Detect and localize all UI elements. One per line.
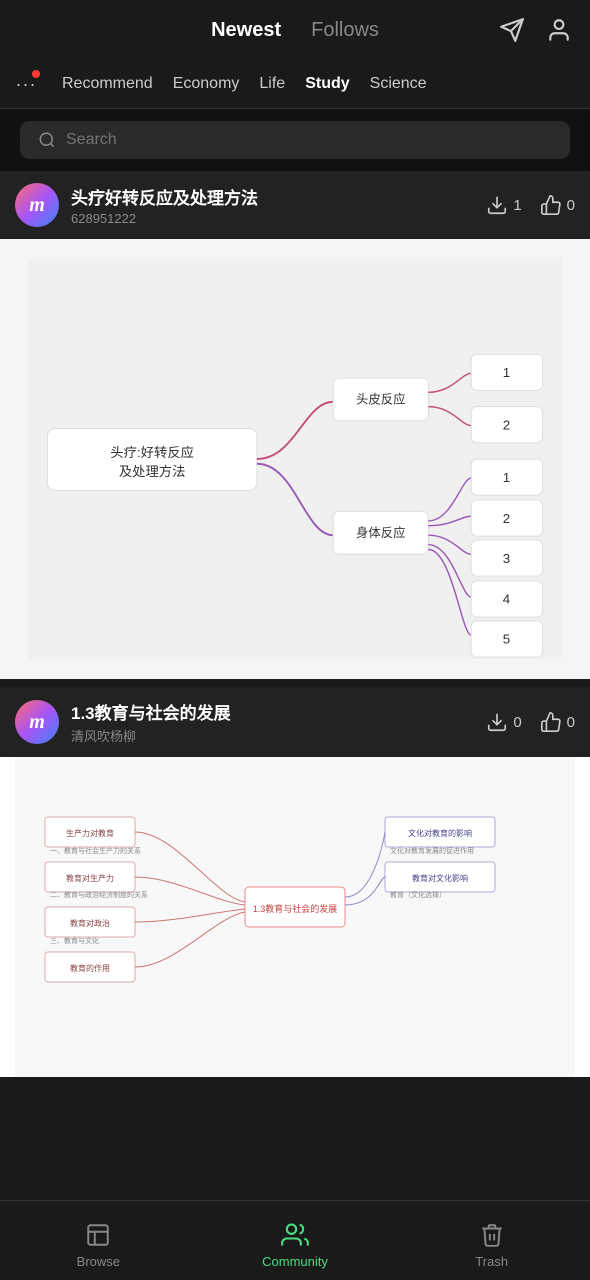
svg-text:身体反应: 身体反应: [356, 525, 406, 540]
search-input[interactable]: [66, 131, 552, 149]
nav-browse[interactable]: Browse: [0, 1213, 197, 1269]
trash-label: Trash: [475, 1254, 508, 1269]
svg-text:生产力对教育: 生产力对教育: [66, 828, 114, 838]
post-1-like-button[interactable]: 0: [540, 194, 575, 216]
download-icon: [486, 194, 508, 216]
bottom-nav-spacer: [0, 1085, 590, 1165]
post-card-2: m 1.3教育与社会的发展 清风吹杨柳 0 0: [0, 687, 590, 1077]
category-study[interactable]: Study: [305, 71, 349, 97]
post-2-image[interactable]: 1.3教育与社会的发展 生产力对教育 教育对生产力 教育对政治 教育的作用 文化…: [0, 757, 590, 1077]
svg-text:1: 1: [503, 470, 510, 485]
trash-icon: [478, 1221, 506, 1249]
svg-text:三、教育与文化: 三、教育与文化: [50, 936, 99, 945]
post-1-avatar: m: [15, 183, 59, 227]
category-science[interactable]: Science: [370, 71, 427, 97]
category-life[interactable]: Life: [259, 71, 285, 97]
svg-text:文化对教育的影响: 文化对教育的影响: [408, 828, 472, 838]
tab-newest[interactable]: Newest: [211, 19, 281, 42]
svg-text:教育对生产力: 教育对生产力: [66, 873, 114, 883]
post-2-download-button[interactable]: 0: [486, 711, 521, 733]
search-bar: [0, 109, 590, 171]
search-input-wrap[interactable]: [20, 121, 570, 159]
post-2-avatar: m: [15, 700, 59, 744]
post-1-author: 628951222: [71, 211, 486, 226]
category-recommend[interactable]: Recommend: [62, 71, 153, 97]
community-icon: [281, 1221, 309, 1249]
post-2-like-button[interactable]: 0: [540, 711, 575, 733]
post-1-header: m 头疗好转反应及处理方法 628951222 1 0: [0, 171, 590, 239]
svg-text:头皮反应: 头皮反应: [356, 392, 406, 407]
browse-icon: [84, 1221, 112, 1249]
post-1-title[interactable]: 头疗好转反应及处理方法: [71, 184, 486, 209]
post-2-actions: 0 0: [486, 711, 575, 733]
category-bar: ··· Recommend Economy Life Study Science: [0, 60, 590, 109]
post-2-meta: 1.3教育与社会的发展 清风吹杨柳: [71, 699, 486, 745]
svg-text:1: 1: [503, 365, 510, 380]
notification-badge: [32, 70, 40, 78]
tab-follows[interactable]: Follows: [311, 19, 379, 42]
post-2-header: m 1.3教育与社会的发展 清风吹杨柳 0 0: [0, 687, 590, 757]
svg-text:二、教育与政治经济制度的关系: 二、教育与政治经济制度的关系: [50, 890, 148, 899]
browse-label: Browse: [77, 1254, 120, 1269]
user-icon[interactable]: [543, 14, 575, 46]
svg-text:教育（文化选择）: 教育（文化选择）: [390, 890, 446, 899]
svg-text:教育的作用: 教育的作用: [70, 963, 110, 973]
bottom-nav: Browse Community Trash: [0, 1200, 590, 1280]
svg-text:教育对政治: 教育对政治: [70, 918, 110, 928]
post-2-title[interactable]: 1.3教育与社会的发展: [71, 699, 486, 724]
post-card-1: m 头疗好转反应及处理方法 628951222 1 0: [0, 171, 590, 679]
post-2-like-count: 0: [567, 714, 575, 731]
svg-text:文化对教育发展的促进作用: 文化对教育发展的促进作用: [390, 846, 474, 855]
download-icon-2: [486, 711, 508, 733]
post-2-author: 清风吹杨柳: [71, 726, 486, 745]
svg-text:5: 5: [503, 632, 510, 647]
like-icon-2: [540, 711, 562, 733]
header: Newest Follows: [0, 0, 590, 60]
header-tabs: Newest Follows: [211, 19, 379, 42]
svg-text:3: 3: [503, 551, 510, 566]
post-2-download-count: 0: [513, 714, 521, 731]
post-1-download-count: 1: [513, 197, 521, 214]
svg-text:2: 2: [503, 511, 510, 526]
search-icon: [38, 131, 56, 149]
post-1-actions: 1 0: [486, 194, 575, 216]
like-icon: [540, 194, 562, 216]
nav-trash[interactable]: Trash: [393, 1213, 590, 1269]
svg-text:教育对文化影响: 教育对文化影响: [412, 873, 468, 883]
send-icon[interactable]: [496, 14, 528, 46]
svg-text:一、教育与社会生产力的关系: 一、教育与社会生产力的关系: [50, 846, 141, 855]
nav-community[interactable]: Community: [197, 1213, 394, 1269]
post-1-download-button[interactable]: 1: [486, 194, 521, 216]
community-label: Community: [262, 1254, 328, 1269]
post-1-mindmap[interactable]: 头疗:好转反应 及处理方法 头皮反应 1 2 身体反应 1: [0, 239, 590, 679]
category-economy[interactable]: Economy: [173, 71, 240, 97]
svg-text:1.3教育与社会的发展: 1.3教育与社会的发展: [253, 903, 338, 914]
header-icons: [496, 14, 575, 46]
more-categories-button[interactable]: ···: [10, 68, 42, 100]
post-1-meta: 头疗好转反应及处理方法 628951222: [71, 184, 486, 226]
svg-text:及处理方法: 及处理方法: [119, 464, 186, 479]
svg-text:头疗:好转反应: 头疗:好转反应: [110, 445, 194, 460]
svg-text:2: 2: [503, 417, 510, 432]
post-1-like-count: 0: [567, 197, 575, 214]
svg-text:4: 4: [503, 592, 511, 607]
